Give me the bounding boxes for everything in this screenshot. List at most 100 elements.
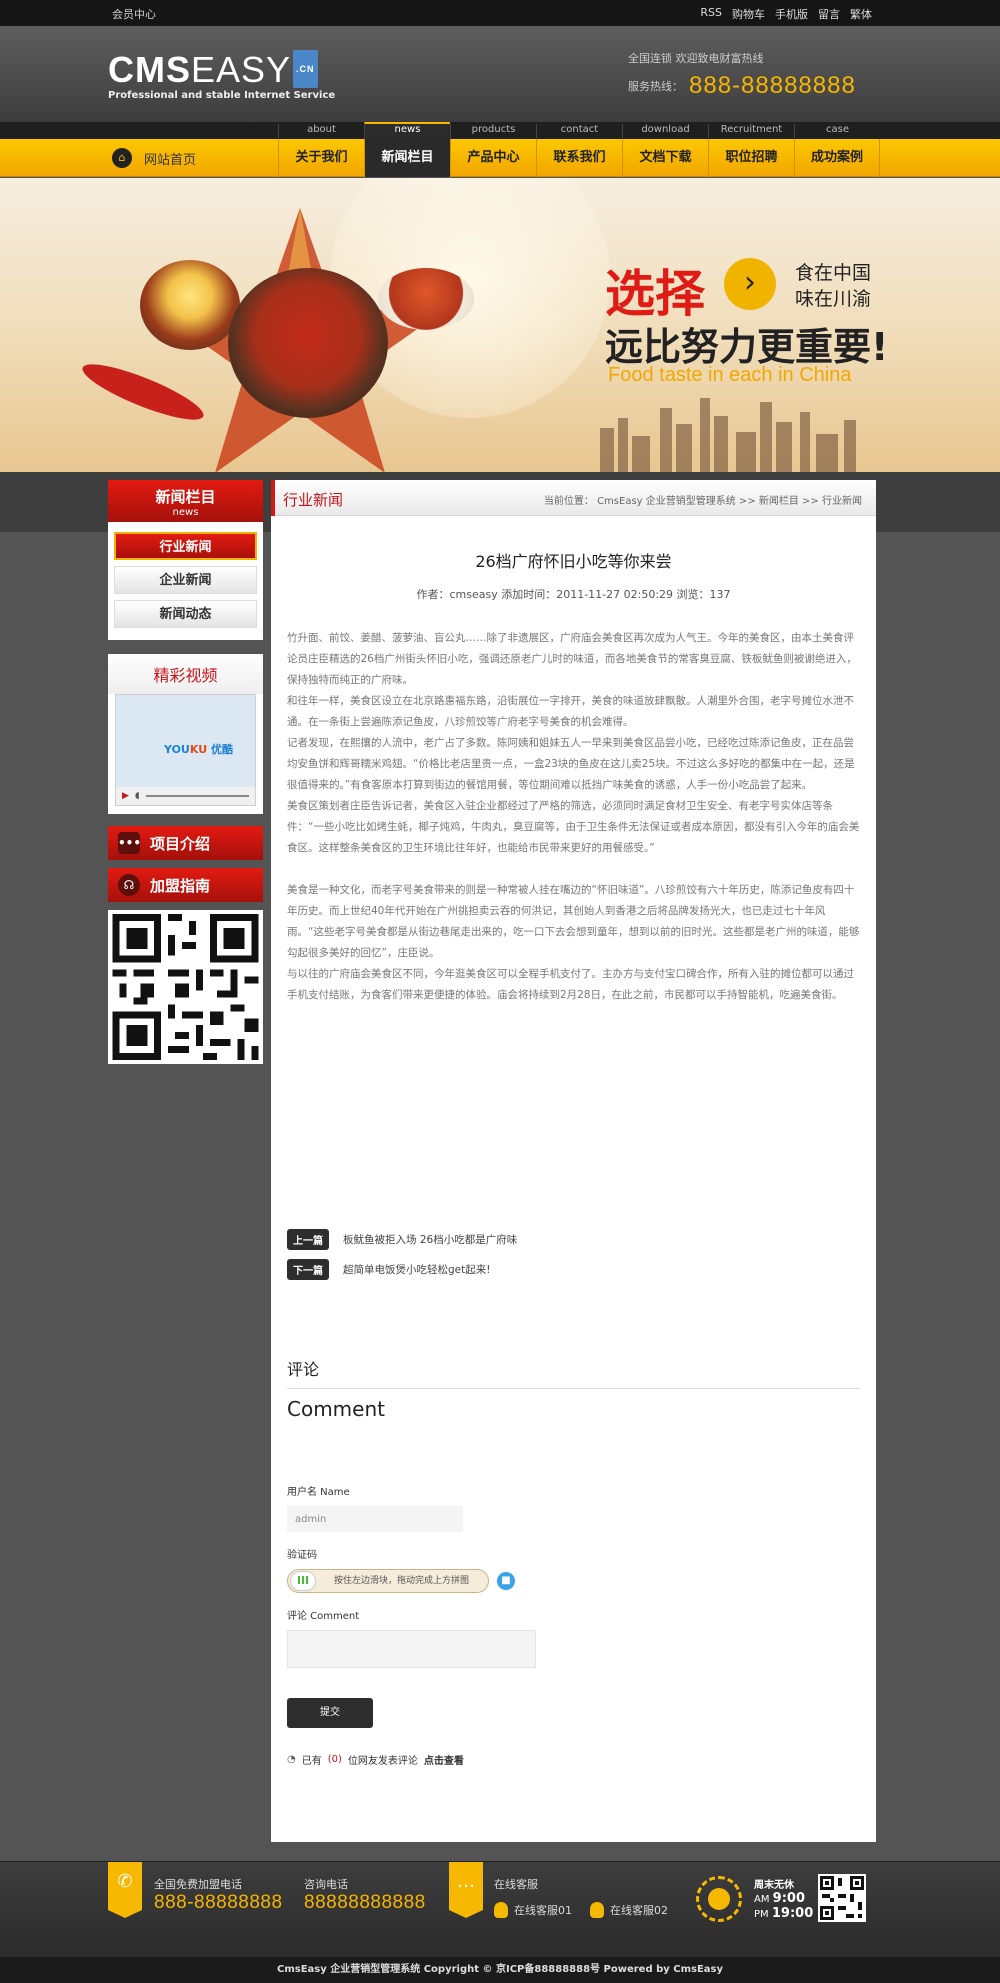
article-panel-header: 行业新闻 当前位置： CmsEasy 企业营销型管理系统 >> 新闻栏目 >> … (271, 480, 876, 516)
video-progress-bar[interactable] (145, 795, 249, 797)
nav-download[interactable]: 文档下载 (622, 139, 708, 177)
rss-link[interactable]: RSS (700, 6, 722, 22)
pm-time: 19:00 (771, 1906, 814, 1921)
nav-products[interactable]: 产品中心 (450, 139, 536, 177)
banner-dish-rice (140, 260, 240, 350)
lock-icon: ■ (497, 1572, 515, 1590)
am-label: AM (754, 1894, 770, 1905)
cart-link[interactable]: 购物车 (732, 6, 765, 22)
header-accent-bar (271, 480, 275, 516)
prev-next-nav: 上一篇 板鱿鱼被拒入场 26档小吃都是广府味 下一篇 超简单电饭煲小吃轻松get… (287, 1224, 517, 1284)
comment-count-number: (0) (327, 1754, 342, 1765)
hotline: 全国连锁 欢迎致电财富热线 服务热线： 888-88888888 (628, 50, 856, 100)
article-panel: 行业新闻 当前位置： CmsEasy 企业营销型管理系统 >> 新闻栏目 >> … (271, 480, 876, 1842)
banner-tagline-line2: 味在川渝 (795, 288, 872, 310)
footer-consult-number: 88888888888 (304, 1892, 426, 1913)
banner-headline-en: Food taste in each in China (608, 364, 852, 386)
sidebar-item-news-updates[interactable]: 新闻动态 (114, 600, 257, 628)
nav-case[interactable]: 成功案例 (794, 139, 880, 177)
am-time: 9:00 (772, 1891, 805, 1906)
comment-textarea[interactable] (287, 1630, 536, 1668)
view-comments-link[interactable]: 点击查看 (424, 1752, 464, 1767)
sidebar-menu: 行业新闻 企业新闻 新闻动态 (108, 522, 263, 640)
sidebar-title-cn: 新闻栏目 (155, 488, 216, 506)
online-service-2[interactable]: 在线客服02 (590, 1902, 668, 1918)
sidebar-title: 新闻栏目 news (108, 480, 263, 522)
footer-qr-image (818, 1874, 866, 1922)
article-meta: 作者：cmseasy 添加时间：2011-11-27 02:50:29 浏览：1… (416, 588, 731, 601)
banner-tagline-line1: 食在中国 (795, 262, 872, 284)
nav-home-label: 网站首页 (144, 152, 197, 168)
captcha-slider: III 按住左边滑块，拖动完成上方拼图 ■ (287, 1569, 860, 1593)
nav-en-case[interactable]: case (794, 124, 880, 139)
nav-about[interactable]: 关于我们 (278, 139, 364, 177)
footer-service-label: 在线客服 (494, 1878, 538, 1891)
mobile-link[interactable]: 手机版 (775, 6, 808, 22)
next-tag: 下一篇 (287, 1258, 329, 1280)
main-nav: ⌂ 网站首页 关于我们 新闻栏目 产品中心 联系我们 文档下载 职位招聘 成功案… (0, 139, 1000, 177)
phone-icon: ✆ (108, 1862, 142, 1918)
comment-title-en: Comment (287, 1397, 385, 1421)
work-hours-label: 周末无休 (754, 1880, 794, 1891)
banner-dish-noodles (228, 268, 388, 418)
comment-count-suffix: 位网友发表评论 (347, 1756, 418, 1767)
nav-news[interactable]: 新闻栏目 (364, 139, 450, 177)
hero-banner[interactable]: 选择 › 食在中国 味在川渝 远比努力更重要! Food taste in ea… (0, 178, 1000, 472)
traditional-chinese-link[interactable]: 繁体 (850, 6, 872, 22)
sidebar-item-company-news[interactable]: 企业新闻 (114, 566, 257, 594)
article-paragraph: 记者发现，在熙攘的人流中，老广占了多数。陈阿姨和姐妹五人一早来到美食区品尝小吃，… (287, 737, 855, 791)
qq-icon (494, 1902, 508, 1918)
video-player[interactable]: YOUKU 优酷 ▶ ◖ (115, 694, 256, 806)
nav-en-download[interactable]: download (622, 124, 708, 139)
hotline-number: 888-88888888 (689, 72, 856, 99)
youku-logo-ku: KU (189, 743, 208, 756)
footer-phone-number: 888-88888888 (154, 1892, 283, 1913)
next-article: 下一篇 超简单电饭煲小吃轻松get起来! (287, 1254, 517, 1284)
prev-article-link[interactable]: 板鱿鱼被拒入场 26档小吃都是广府味 (343, 1232, 517, 1247)
nav-en-about[interactable]: about (278, 124, 364, 139)
online-service-1-label: 在线客服01 (514, 1904, 572, 1917)
breadcrumb[interactable]: 当前位置： CmsEasy 企业营销型管理系统 >> 新闻栏目 >> 行业新闻 (544, 492, 862, 507)
next-article-link[interactable]: 超简单电饭煲小吃轻松get起来! (343, 1262, 490, 1277)
project-intro-button[interactable]: ••• 项目介绍 (108, 826, 263, 860)
comment-bubble-icon: ◔ (287, 1754, 296, 1765)
play-icon[interactable]: ▶ (122, 791, 129, 801)
banner-tagline: 食在中国 味在川渝 (795, 260, 871, 312)
nav-contact[interactable]: 联系我们 (536, 139, 622, 177)
captcha-slider-track[interactable]: III 按住左边滑块，拖动完成上方拼图 (287, 1569, 489, 1593)
banner-arrow-icon: › (724, 258, 776, 310)
member-center-link[interactable]: 会员中心 (112, 6, 156, 22)
online-service-1[interactable]: 在线客服01 (494, 1902, 572, 1918)
site-logo[interactable]: CMSEASY .CN Professional and stable Inter… (108, 50, 335, 101)
footer-consult: 咨询电话 88888888888 (304, 1876, 426, 1914)
prev-tag: 上一篇 (287, 1228, 329, 1250)
submit-button[interactable]: 提交 (287, 1698, 373, 1728)
username-label: 用户名 Name (287, 1487, 350, 1498)
nav-en-recruitment[interactable]: Recruitment (708, 124, 794, 139)
footer-qr-code (818, 1874, 866, 1922)
site-header: CMSEASY .CN Professional and stable Inter… (0, 26, 1000, 122)
nav-en-products[interactable]: products (450, 124, 536, 139)
chat-bubble-icon: … (449, 1862, 483, 1918)
username-input[interactable] (287, 1506, 463, 1532)
nav-en-news[interactable]: news (364, 122, 450, 139)
sidebar-item-industry-news[interactable]: 行业新闻 (114, 532, 257, 560)
top-links: RSS 购物车 手机版 留言 繁体 (700, 6, 872, 22)
logo-cn-badge: .CN (293, 50, 318, 88)
captcha-label: 验证码 (287, 1550, 317, 1561)
nav-recruitment[interactable]: 职位招聘 (708, 139, 794, 177)
prev-article: 上一篇 板鱿鱼被拒入场 26档小吃都是广府味 (287, 1224, 517, 1254)
article-paragraph: 美食是一种文化，而老字号美食带来的则是一种常被人挂在嘴边的“怀旧味道”。八珍煎饺… (287, 884, 860, 959)
pm-label: PM (754, 1909, 769, 1920)
volume-icon[interactable]: ◖ (135, 791, 140, 801)
captcha-slider-handle[interactable]: III (290, 1571, 316, 1591)
comment-count: ◔ 已有 (0) 位网友发表评论 点击查看 (287, 1752, 860, 1767)
join-guide-button[interactable]: ☊ 加盟指南 (108, 868, 263, 902)
hotline-tagline: 全国连锁 欢迎致电财富热线 (628, 52, 764, 65)
nav-home[interactable]: ⌂ 网站首页 (112, 148, 196, 168)
guestbook-link[interactable]: 留言 (818, 6, 840, 22)
qr-code-box (108, 910, 263, 1064)
nav-en-contact[interactable]: contact (536, 124, 622, 139)
article-paragraph: 竹升面、前饺、姜醋、菠萝油、盲公丸……除了非遗展区，广府庙会美食区再次成为人气王… (287, 632, 857, 686)
article-paragraph: 与以往的广府庙会美食区不同，今年逛美食区可以全程手机支付了。主办方与支付宝口碑合… (287, 968, 854, 1001)
